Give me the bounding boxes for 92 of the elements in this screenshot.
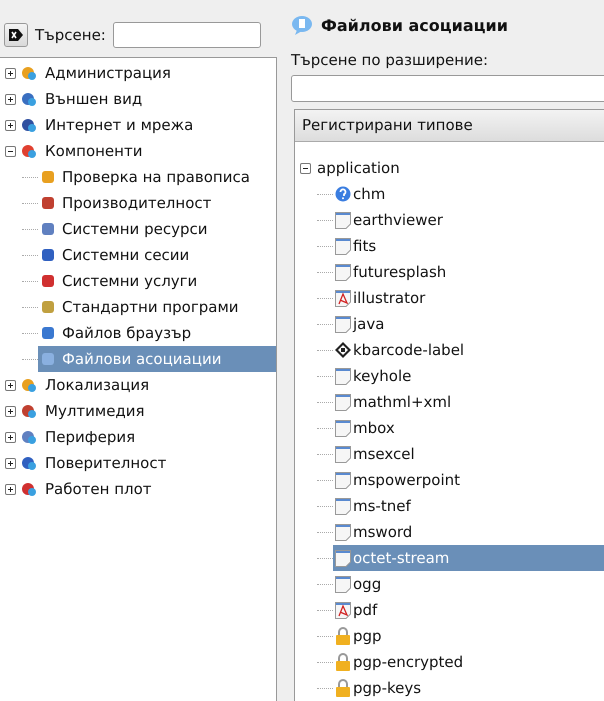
document-icon <box>335 524 351 540</box>
module-icon <box>40 299 56 315</box>
module-icon <box>40 195 56 211</box>
mime-type-item[interactable]: pdf <box>333 597 604 623</box>
sidebar-item[interactable]: Проверка на правописа <box>38 164 276 190</box>
mime-type-item[interactable]: pgp-encrypted <box>333 649 604 675</box>
expander-icon[interactable] <box>300 162 311 174</box>
mime-type-item[interactable]: msword <box>333 519 604 545</box>
expander-icon[interactable] <box>5 432 16 442</box>
expander-icon[interactable] <box>5 120 16 130</box>
document-icon <box>335 472 351 488</box>
document-icon <box>335 212 351 228</box>
document-icon <box>335 576 351 592</box>
barcode-diamond-icon <box>335 342 351 358</box>
sidebar-item[interactable]: Поверителност <box>43 452 168 474</box>
document-icon <box>335 394 351 410</box>
mime-type-item[interactable]: fits <box>333 233 604 259</box>
sidebar-item[interactable]: Стандартни програми <box>38 294 276 320</box>
mime-type-item[interactable]: java <box>333 311 604 337</box>
pdf-document-icon <box>335 602 351 618</box>
mime-type-item[interactable]: mspowerpoint <box>333 467 604 493</box>
document-icon <box>335 316 351 332</box>
page-title: Файлови асоциации <box>321 16 508 34</box>
mime-type-item[interactable]: keyhole <box>333 363 604 389</box>
sidebar-item[interactable]: Периферия <box>43 426 138 448</box>
expander-icon[interactable] <box>5 458 16 468</box>
speech-bubble-icon <box>291 15 313 35</box>
pdf-document-icon <box>335 290 351 306</box>
sidebar-item[interactable]: Системни сесии <box>38 242 276 268</box>
question-icon <box>335 186 351 202</box>
sidebar-item[interactable]: Локализация <box>43 374 152 396</box>
document-icon <box>335 550 351 566</box>
module-icon <box>40 351 56 367</box>
module-icon <box>40 247 56 263</box>
mime-type-item[interactable]: mbox <box>333 415 604 441</box>
mime-type-item[interactable]: ogg <box>333 571 604 597</box>
category-icon <box>21 377 37 393</box>
sidebar-item[interactable]: Външен вид <box>43 88 144 110</box>
expander-icon[interactable] <box>5 68 16 78</box>
document-icon <box>335 238 351 254</box>
mime-type-item[interactable]: futuresplash <box>333 259 604 285</box>
padlock-icon <box>335 653 351 671</box>
expander-icon[interactable] <box>5 484 16 494</box>
sidebar-item[interactable]: Производителност <box>38 190 276 216</box>
sidebar-item[interactable]: Мултимедия <box>43 400 147 422</box>
sidebar-item[interactable]: Компоненти <box>43 140 144 162</box>
category-icon <box>21 429 37 445</box>
document-icon <box>335 264 351 280</box>
mime-type-item[interactable]: illustrator <box>333 285 604 311</box>
document-icon <box>335 368 351 384</box>
category-icon <box>21 117 37 133</box>
search-field[interactable] <box>112 22 261 48</box>
category-icon <box>21 143 37 159</box>
module-icon <box>40 273 56 289</box>
category-icon <box>21 65 37 81</box>
expander-icon[interactable] <box>5 146 16 156</box>
expander-icon[interactable] <box>5 406 16 416</box>
mime-type-item[interactable]: earthviewer <box>333 207 604 233</box>
category-icon <box>21 403 37 419</box>
document-icon <box>335 498 351 514</box>
category-icon <box>21 91 37 107</box>
padlock-icon <box>335 679 351 697</box>
type-group-item[interactable]: application <box>316 159 401 177</box>
category-icon <box>21 455 37 471</box>
sidebar-item[interactable]: Интернет и мрежа <box>43 114 196 136</box>
document-icon <box>335 446 351 462</box>
mime-type-item[interactable]: ms-tnef <box>333 493 604 519</box>
column-header[interactable]: Регистрирани типове <box>295 110 604 142</box>
clear-icon <box>9 29 23 41</box>
module-icon <box>40 221 56 237</box>
category-icon <box>21 481 37 497</box>
padlock-icon <box>335 627 351 645</box>
mime-type-item[interactable]: kbarcode-label <box>333 337 604 363</box>
sidebar-item[interactable]: Файлов браузър <box>38 320 276 346</box>
filter-label: Търсене по разширение: <box>291 51 490 69</box>
sidebar-item[interactable]: Системни ресурси <box>38 216 276 242</box>
sidebar-item[interactable]: Администрация <box>43 62 173 84</box>
sidebar-item[interactable]: Системни услуги <box>38 268 276 294</box>
clear-search-button[interactable] <box>4 23 28 47</box>
expander-icon[interactable] <box>5 380 16 390</box>
expander-icon[interactable] <box>5 94 16 104</box>
search-label: Търсене: <box>35 26 106 44</box>
mime-type-item[interactable]: pgp-keys <box>333 675 604 701</box>
mime-type-item[interactable]: chm <box>333 181 604 207</box>
mime-type-item[interactable]: mathml+xml <box>333 389 604 415</box>
module-icon <box>40 169 56 185</box>
mime-type-item[interactable]: pgp <box>333 623 604 649</box>
extension-search-field[interactable] <box>291 75 604 102</box>
module-icon <box>40 325 56 341</box>
sidebar-item[interactable]: Работен плот <box>43 478 154 500</box>
mime-type-item[interactable]: msexcel <box>333 441 604 467</box>
document-icon <box>335 420 351 436</box>
